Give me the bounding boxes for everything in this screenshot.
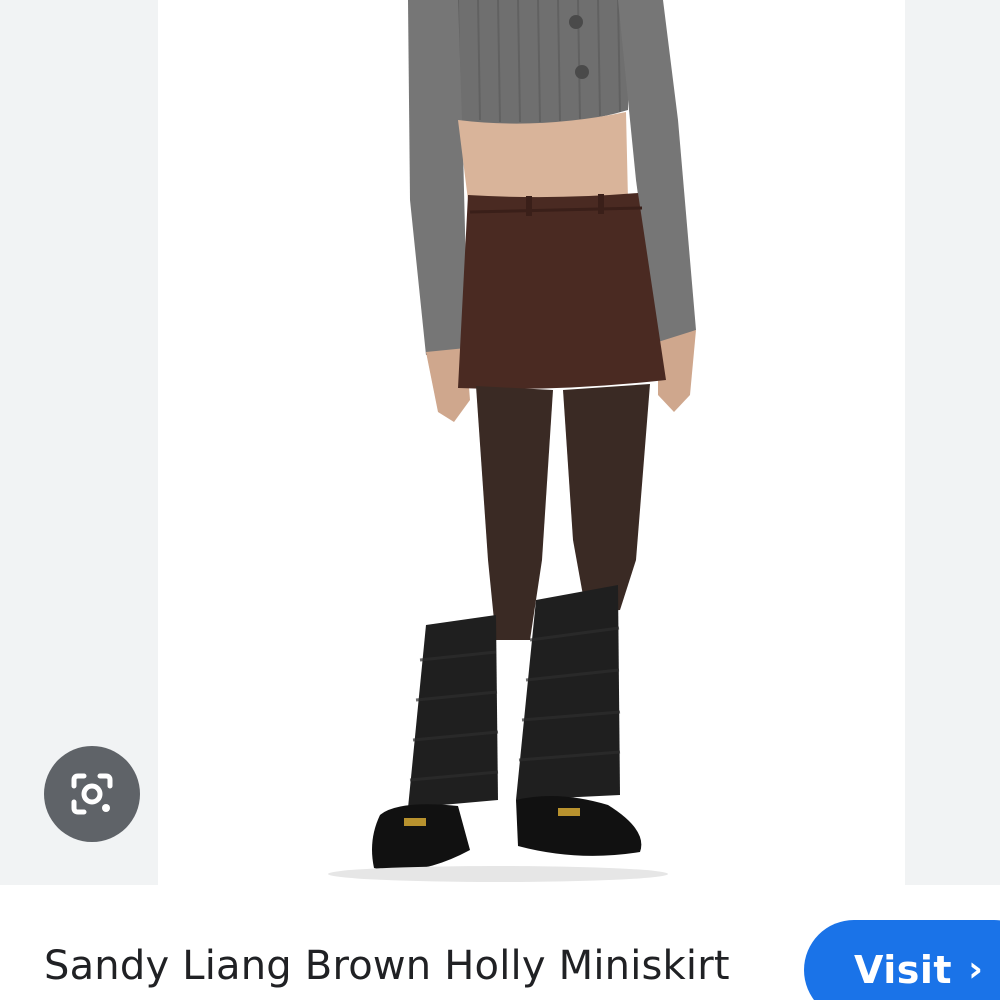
- visit-label: Visit: [854, 948, 953, 992]
- product-photo[interactable]: [158, 0, 905, 885]
- lens-camera-icon: [71, 773, 113, 815]
- chevron-right-icon: ›: [968, 949, 983, 990]
- product-title[interactable]: Sandy Liang Brown Holly Miniskirt: [44, 940, 730, 992]
- lens-search-button[interactable]: [44, 746, 140, 842]
- visit-button[interactable]: Visit ›: [804, 920, 1000, 1000]
- image-result-screen: Sandy Liang Brown Holly Miniskirt Visit …: [0, 0, 1000, 1000]
- image-viewer: [0, 0, 1000, 885]
- product-photo-illustration: [158, 0, 905, 885]
